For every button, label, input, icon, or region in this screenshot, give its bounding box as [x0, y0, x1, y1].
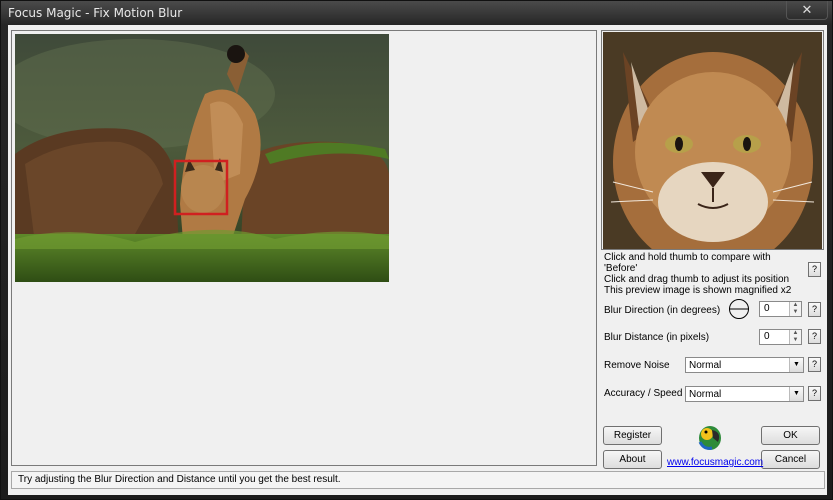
client-area: Click and hold thumb to compare with 'Be…	[8, 25, 827, 495]
status-text: Try adjusting the Blur Direction and Dis…	[18, 474, 341, 485]
title-bar[interactable]: Focus Magic - Fix Motion Blur ✕	[1, 1, 833, 25]
remove-noise-value: Normal	[689, 360, 722, 371]
status-bar: Try adjusting the Blur Direction and Dis…	[11, 471, 825, 489]
website-link[interactable]: www.focusmagic.com	[667, 457, 763, 468]
ok-button[interactable]: OK	[761, 426, 820, 445]
preview-thumb[interactable]	[601, 30, 824, 250]
image-canvas[interactable]	[11, 30, 597, 466]
help-icon: ?	[811, 331, 817, 341]
accuracy-value: Normal	[689, 389, 722, 400]
preview-help-button[interactable]: ?	[808, 262, 821, 277]
blur-direction-help-button[interactable]: ?	[808, 302, 821, 317]
remove-noise-help-button[interactable]: ?	[808, 357, 821, 372]
spin-arrows-icon[interactable]: ▲ ▼	[789, 330, 801, 344]
help-icon: ?	[811, 359, 817, 369]
remove-noise-select[interactable]: Normal ▼	[685, 357, 804, 373]
blur-distance-input[interactable]: 0 ▲ ▼	[759, 329, 802, 345]
blur-distance-label: Blur Distance (in pixels)	[604, 332, 710, 343]
help-icon: ?	[811, 304, 817, 314]
main-photo[interactable]	[15, 34, 389, 282]
accuracy-select[interactable]: Normal ▼	[685, 386, 804, 402]
blur-direction-value: 0	[764, 303, 770, 314]
preview-hints: Click and hold thumb to compare with 'Be…	[604, 252, 804, 296]
accuracy-help-button[interactable]: ?	[808, 386, 821, 401]
help-icon: ?	[811, 388, 817, 398]
direction-dial-icon[interactable]	[728, 298, 750, 320]
hint-line: This preview image is shown magnified x2	[604, 285, 792, 296]
blur-direction-label: Blur Direction (in degrees)	[604, 305, 721, 316]
about-button[interactable]: About	[603, 450, 662, 469]
window-title: Focus Magic - Fix Motion Blur	[8, 6, 183, 20]
close-button[interactable]: ✕	[786, 1, 828, 20]
remove-noise-label: Remove Noise	[604, 360, 670, 371]
preview-photo[interactable]	[603, 32, 822, 249]
blur-direction-input[interactable]: 0 ▲ ▼	[759, 301, 802, 317]
help-icon: ?	[811, 264, 817, 274]
chevron-down-icon[interactable]: ▼	[789, 358, 803, 372]
spin-arrows-icon[interactable]: ▲ ▼	[789, 302, 801, 316]
blur-distance-help-button[interactable]: ?	[808, 329, 821, 344]
accuracy-label: Accuracy / Speed	[604, 388, 683, 399]
close-icon: ✕	[801, 2, 813, 17]
hint-line: Click and drag thumb to adjust its posit…	[604, 274, 790, 285]
hint-line: Click and hold thumb to compare with 'Be…	[604, 252, 771, 274]
cancel-button[interactable]: Cancel	[761, 450, 820, 469]
blur-distance-value: 0	[764, 331, 770, 342]
chevron-down-icon[interactable]: ▼	[789, 387, 803, 401]
register-button[interactable]: Register	[603, 426, 662, 445]
parrot-logo	[698, 426, 721, 450]
app-window: Focus Magic - Fix Motion Blur ✕ Click an…	[0, 0, 833, 500]
